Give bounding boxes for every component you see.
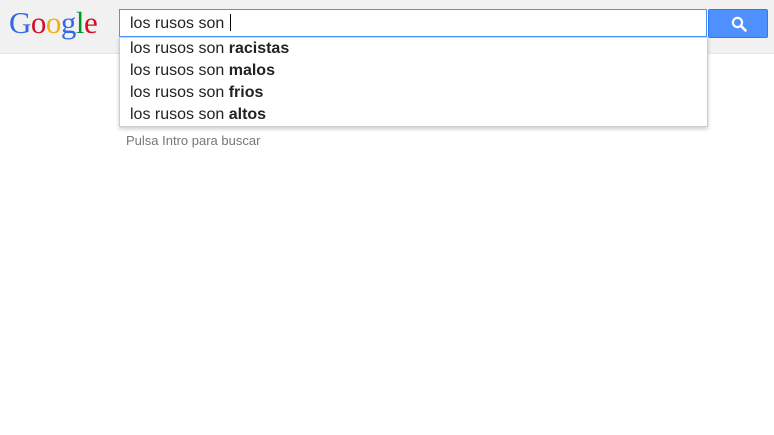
suggestion-completion: racistas [228, 40, 290, 57]
suggestion-completion: frios [228, 84, 264, 101]
press-enter-hint: Pulsa Intro para buscar [126, 133, 261, 148]
autocomplete-dropdown: los rusos son racistas los rusos son mal… [119, 37, 708, 127]
search-input-text: los rusos son [130, 14, 231, 34]
suggestion-prefix: los rusos son [130, 62, 229, 79]
suggestion-item[interactable]: los rusos son altos [130, 105, 266, 125]
logo-letter: l [75, 5, 85, 40]
logo-letter: e [84, 5, 98, 40]
logo-letter: G [9, 5, 31, 40]
search-input[interactable]: los rusos son [119, 9, 707, 37]
suggestion-prefix: los rusos son [130, 84, 229, 101]
suggestion-completion: altos [228, 106, 267, 123]
logo-letter: o [45, 5, 62, 40]
suggestion-item[interactable]: los rusos son malos [130, 61, 275, 81]
suggestion-item[interactable]: los rusos son frios [130, 83, 263, 103]
suggestion-prefix: los rusos son [130, 40, 229, 57]
google-logo[interactable]: Google [9, 5, 98, 41]
logo-letter: g [60, 5, 77, 40]
suggestion-prefix: los rusos son [130, 106, 229, 123]
logo-letter: o [30, 5, 47, 40]
text-caret [229, 14, 231, 31]
suggestion-item[interactable]: los rusos son racistas [130, 39, 289, 59]
suggestion-completion: malos [228, 62, 275, 79]
search-button[interactable] [708, 9, 768, 38]
search-query: los rusos son [130, 15, 229, 32]
search-icon [731, 16, 747, 32]
